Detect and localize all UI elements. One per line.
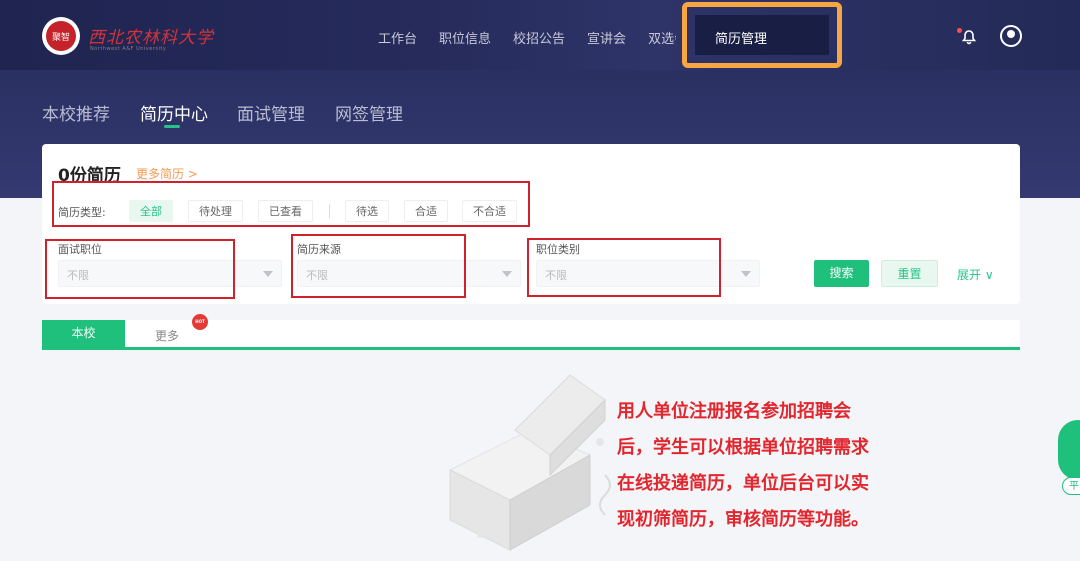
menu-resume-management[interactable]: 简历管理 bbox=[715, 28, 767, 47]
tab-school-recommend[interactable]: 本校推荐 bbox=[42, 100, 110, 125]
school-subtitle: Northwest A&F University bbox=[90, 46, 167, 52]
hot-badge: HOT bbox=[192, 314, 208, 330]
tab-our-school[interactable]: 本校 bbox=[42, 320, 125, 347]
menu-resume-management-highlight[interactable]: 简历管理 bbox=[682, 2, 842, 68]
tab-resume-center[interactable]: 简历中心 bbox=[140, 100, 208, 125]
tab-contract-management[interactable]: 网签管理 bbox=[335, 100, 403, 125]
school-name: 西北农林科大学 bbox=[88, 28, 214, 48]
floating-help-label[interactable]: 平 bbox=[1062, 477, 1080, 495]
top-navbar: 聚智 西北农林科大学 Northwest A&F University 工作台 … bbox=[0, 0, 1080, 70]
expand-toggle[interactable]: 展开 ∨ bbox=[957, 266, 994, 283]
type-unsuitable[interactable]: 不合适 bbox=[462, 200, 517, 222]
position-highlight bbox=[45, 239, 235, 299]
reset-button[interactable]: 重置 bbox=[881, 260, 938, 287]
feature-description: 用人单位注册报名参加招聘会后，学生可以根据单位招聘需求在线投递简历，单位后台可以… bbox=[617, 401, 869, 530]
tab-more[interactable]: 更多 bbox=[155, 327, 179, 344]
type-pending[interactable]: 待处理 bbox=[188, 200, 243, 222]
type-all[interactable]: 全部 bbox=[129, 200, 173, 222]
chevron-down-icon bbox=[502, 271, 512, 277]
menu-positions[interactable]: 职位信息 bbox=[439, 28, 491, 47]
bell-icon[interactable] bbox=[957, 28, 978, 46]
menu-announcements[interactable]: 校招公告 bbox=[513, 28, 565, 47]
menu-job-fair[interactable]: 双选会 bbox=[648, 28, 676, 47]
type-suitable[interactable]: 合适 bbox=[404, 200, 448, 222]
chevron-down-icon bbox=[741, 271, 751, 277]
more-resumes-link[interactable]: 更多简历 > bbox=[136, 165, 198, 182]
type-to-select[interactable]: 待选 bbox=[345, 200, 389, 222]
type-divider bbox=[329, 204, 330, 218]
scope-tabs: 本校 更多 bbox=[42, 320, 1020, 350]
active-tab-underline bbox=[164, 125, 180, 128]
notification-dot bbox=[957, 28, 962, 33]
search-button[interactable]: 搜索 bbox=[814, 260, 869, 287]
resume-filter-card: 0份简历 更多简历 > 简历类型: 全部 待处理 已查看 待选 合适 不合适 面… bbox=[42, 144, 1020, 304]
empty-box-illustration bbox=[448, 374, 611, 551]
main-menu: 工作台 职位信息 校招公告 宣讲会 双选会 bbox=[378, 28, 698, 47]
resume-type-label: 简历类型: bbox=[58, 206, 106, 219]
floating-help-button[interactable] bbox=[1058, 420, 1080, 480]
category-highlight bbox=[527, 238, 721, 297]
logo-seal: 聚智 bbox=[46, 21, 76, 51]
chevron-down-icon bbox=[263, 271, 273, 277]
user-avatar-icon[interactable] bbox=[1000, 25, 1022, 47]
menu-presentations[interactable]: 宣讲会 bbox=[587, 28, 626, 47]
source-highlight bbox=[291, 234, 466, 298]
tab-interview-management[interactable]: 面试管理 bbox=[237, 100, 305, 125]
menu-workbench[interactable]: 工作台 bbox=[378, 28, 417, 47]
school-logo[interactable]: 聚智 bbox=[42, 17, 80, 55]
type-viewed[interactable]: 已查看 bbox=[258, 200, 313, 222]
